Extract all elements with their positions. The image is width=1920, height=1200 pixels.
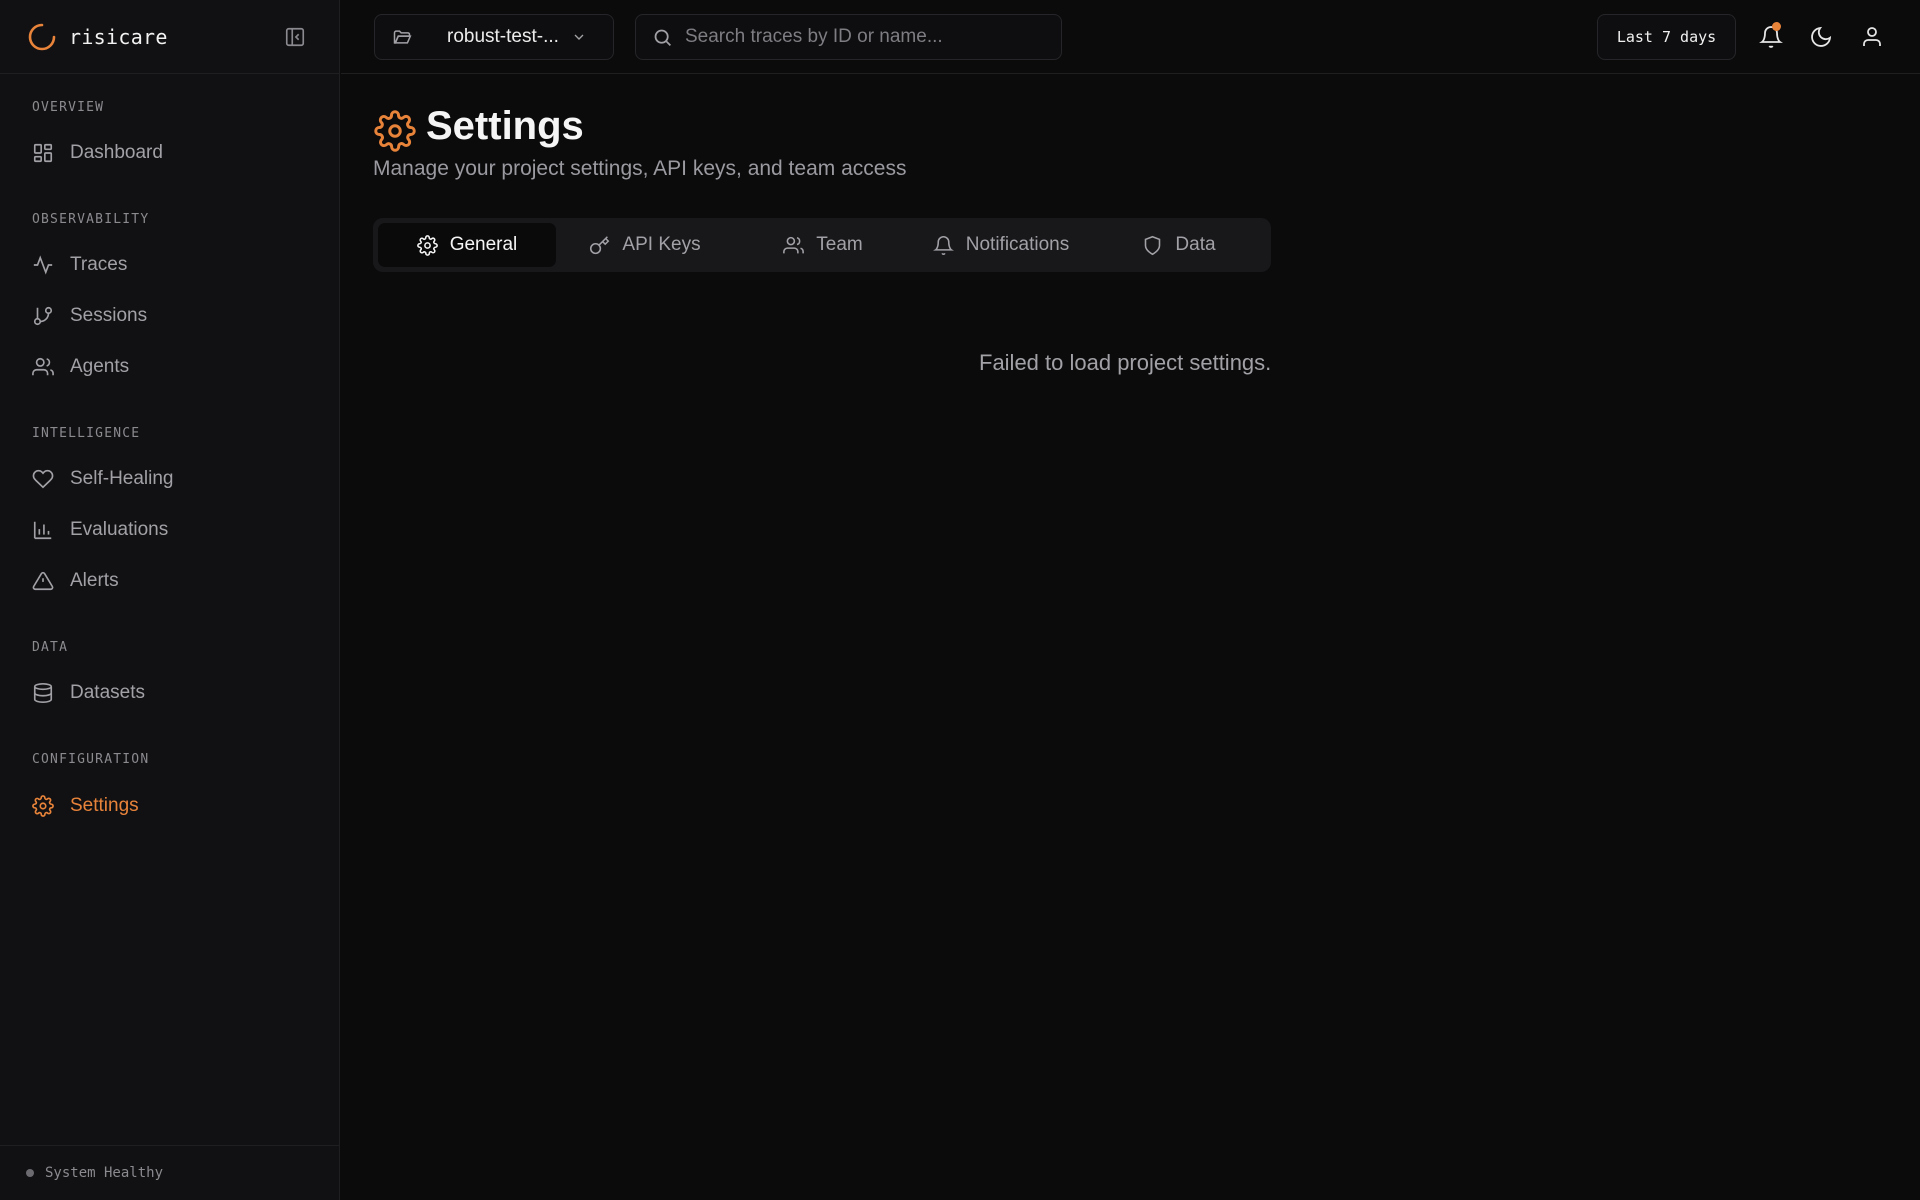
tab-label: API Keys <box>622 234 701 255</box>
tab-notifications[interactable]: Notifications <box>912 223 1090 267</box>
user-icon[interactable] <box>1860 25 1884 49</box>
sidebar-item-label: Dashboard <box>70 142 163 163</box>
nav-section-intelligence: INTELLIGENCE <box>32 426 141 441</box>
tab-label: Data <box>1175 234 1216 255</box>
bell-icon <box>932 235 966 256</box>
sidebar-item-label: Alerts <box>70 570 119 591</box>
gear-icon <box>416 234 450 256</box>
sidebar-item-label: Sessions <box>70 305 148 326</box>
sidebar-item-settings[interactable]: Settings <box>14 783 326 829</box>
bar-chart-icon <box>32 519 70 541</box>
top-bar: robust-test-... Last 7 days <box>341 0 1920 74</box>
users-icon <box>783 235 816 256</box>
tab-team[interactable]: Team <box>734 223 912 267</box>
key-icon <box>589 235 622 256</box>
sidebar-collapse-icon[interactable] <box>284 26 306 48</box>
logo-icon <box>27 22 57 52</box>
time-range-button[interactable]: Last 7 days <box>1597 14 1736 60</box>
notification-dot <box>1772 22 1781 31</box>
status-dot <box>26 1169 34 1177</box>
status-text: System Healthy <box>45 1165 164 1181</box>
folder-icon <box>375 27 412 47</box>
branch-icon <box>32 305 70 327</box>
brand-name: risicare <box>69 24 168 49</box>
shield-icon <box>1142 235 1175 256</box>
chevron-down-icon <box>559 29 587 45</box>
sidebar-item-alerts[interactable]: Alerts <box>14 558 326 604</box>
settings-tabs: General API Keys Team Notifications Data <box>373 218 1271 272</box>
moon-icon[interactable] <box>1809 25 1833 49</box>
nav-section-overview: OVERVIEW <box>32 100 105 115</box>
sidebar-item-label: Evaluations <box>70 519 169 540</box>
search-icon <box>636 27 673 48</box>
gear-icon <box>32 795 70 817</box>
search-box <box>635 14 1062 60</box>
sidebar: risicare OVERVIEW Dashboard OBSERVABILIT… <box>0 0 340 1200</box>
sidebar-item-agents[interactable]: Agents <box>14 344 326 390</box>
sidebar-item-sessions[interactable]: Sessions <box>14 293 326 339</box>
sidebar-item-label: Traces <box>70 254 128 275</box>
sidebar-item-datasets[interactable]: Datasets <box>14 670 326 716</box>
sidebar-item-label: Agents <box>70 356 130 377</box>
sidebar-item-label: Datasets <box>70 682 145 703</box>
page-subtitle: Manage your project settings, API keys, … <box>373 157 907 180</box>
alert-triangle-icon <box>32 570 70 592</box>
sidebar-item-dashboard[interactable]: Dashboard <box>14 130 326 176</box>
project-selector[interactable]: robust-test-... <box>374 14 614 60</box>
settings-gear-icon <box>374 110 416 152</box>
nav-section-observability: OBSERVABILITY <box>32 212 150 227</box>
project-name: robust-test-... <box>447 26 559 47</box>
system-status: System Healthy <box>0 1145 340 1200</box>
tab-api-keys[interactable]: API Keys <box>556 223 734 267</box>
nav-section-data: DATA <box>32 640 69 655</box>
heart-icon <box>32 468 70 490</box>
users-icon <box>32 356 70 378</box>
tab-label: Notifications <box>965 234 1070 255</box>
nav-section-configuration: CONFIGURATION <box>32 752 150 767</box>
database-icon <box>32 682 70 704</box>
tab-label: Team <box>816 234 863 255</box>
page-title: Settings <box>426 104 584 148</box>
error-message: Failed to load project settings. <box>979 350 1272 375</box>
tab-label: General <box>449 234 518 255</box>
activity-icon <box>32 254 70 276</box>
sidebar-item-evaluations[interactable]: Evaluations <box>14 507 326 553</box>
tab-data[interactable]: Data <box>1090 223 1268 267</box>
sidebar-item-label: Settings <box>70 795 139 816</box>
sidebar-item-label: Self-Healing <box>70 468 174 489</box>
sidebar-item-traces[interactable]: Traces <box>14 242 326 288</box>
search-input[interactable] <box>685 26 1061 48</box>
tab-general[interactable]: General <box>378 223 556 267</box>
grid-icon <box>32 142 70 164</box>
sidebar-item-self-healing[interactable]: Self-Healing <box>14 456 326 502</box>
